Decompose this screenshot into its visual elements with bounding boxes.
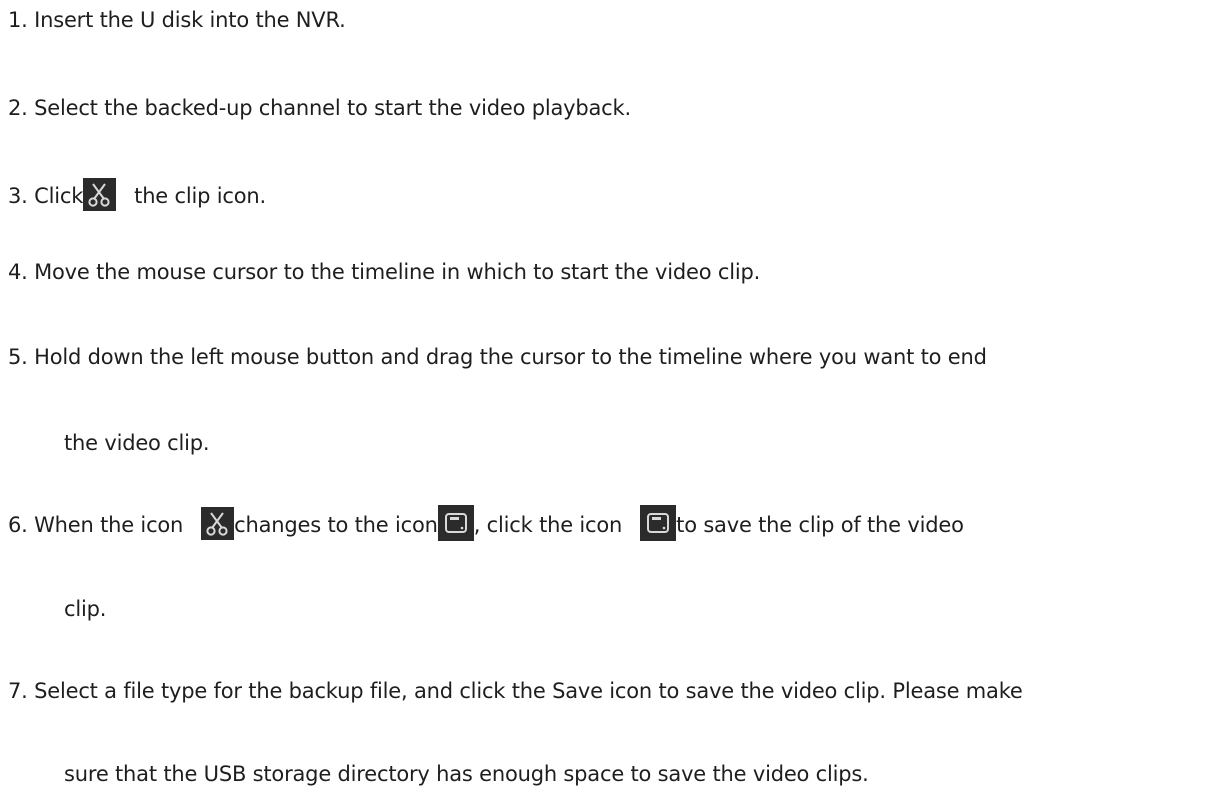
step-7: 7. Select a file type for the backup fil… — [8, 679, 1023, 703]
scissors-icon — [201, 506, 235, 540]
step-6-part-4: to save the clip of the video — [676, 513, 964, 537]
step-1: 1. Insert the U disk into the NVR. — [8, 8, 346, 32]
step-5: 5. Hold down the left mouse button and d… — [8, 345, 987, 369]
step-3-prefix: 3. Click — [8, 184, 84, 208]
step-6-part-1: 6. When the icon — [8, 513, 184, 537]
save-icon — [640, 505, 677, 541]
instruction-document: 1. Insert the U disk into the NVR. 2. Se… — [0, 0, 1222, 787]
step-5-continuation: the video clip. — [64, 431, 210, 455]
scissors-icon — [83, 177, 117, 211]
step-6-part-3: , click the icon — [473, 513, 623, 537]
save-icon — [437, 505, 474, 541]
step-2: 2. Select the backed-up channel to start… — [8, 96, 631, 120]
step-3: 3. Click the clip icon. — [8, 177, 266, 211]
step-6-part-2: changes to the icon — [234, 513, 438, 537]
step-7-continuation: sure that the USB storage directory has … — [64, 762, 869, 786]
step-6: 6. When the icon changes to the icon , c… — [8, 505, 964, 541]
step-4: 4. Move the mouse cursor to the timeline… — [8, 260, 761, 284]
step-3-suffix: the clip icon. — [134, 184, 266, 208]
step-6-continuation: clip. — [64, 597, 107, 621]
